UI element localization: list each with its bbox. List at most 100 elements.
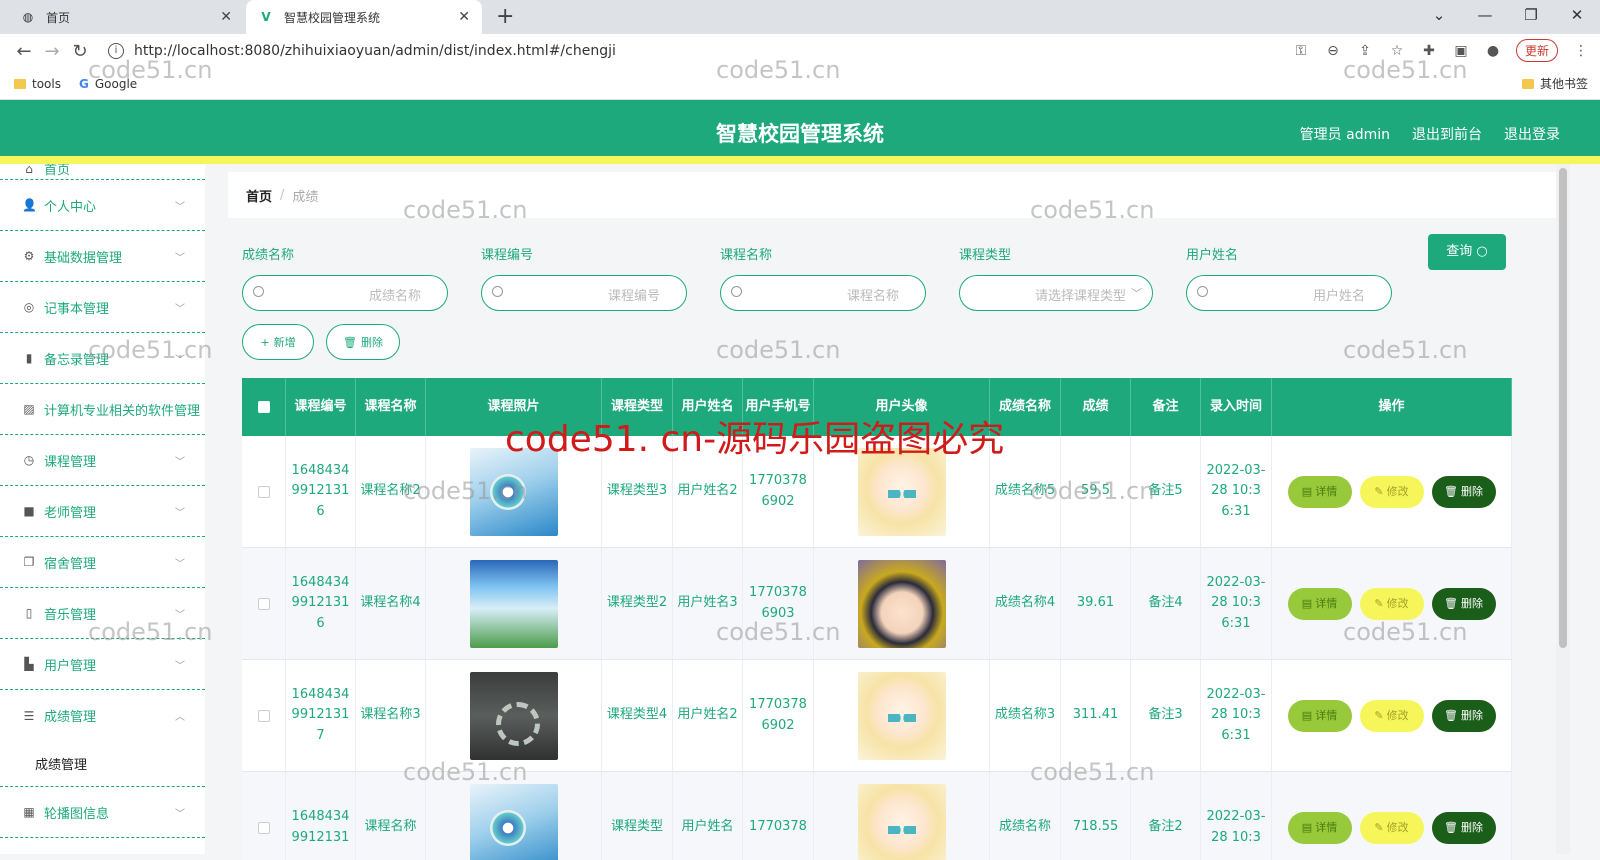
row-checkbox[interactable] [257,709,270,722]
zoom-icon[interactable]: ⊖ [1324,43,1342,59]
sidebar-item-profile[interactable]: 👤 个人中心 ﹀ [0,180,205,231]
image-icon: ▨ [23,402,35,416]
th-user-name[interactable]: 用户姓名 [673,378,743,436]
cell-score: 59.5 [1061,436,1131,547]
sidebar-item-software[interactable]: ▨ 计算机专业相关的软件管理 [0,384,205,435]
url-field[interactable]: i http://localhost:8080/zhihuixiaoyuan/a… [108,43,616,59]
star-icon[interactable]: ☆ [1388,43,1406,59]
sidebar-item-basedata[interactable]: ⚙ 基础数据管理 ﹀ [0,231,205,282]
add-button[interactable]: + 新增 [242,324,314,360]
detail-button[interactable]: ▤ 详情 [1287,811,1352,844]
course-name-input[interactable]: 课程名称 [720,275,926,311]
menu-icon[interactable]: ⋮ [1572,43,1590,59]
table-row[interactable]: 16484349912131 7 课程名称3 课程类型4 用户姓名2 177037869… [242,660,1512,772]
th-note[interactable]: 备注 [1131,378,1201,436]
cell-course-photo [426,436,602,547]
other-bookmarks[interactable]: 其他书签 [1521,75,1588,92]
update-button[interactable]: 更新 [1515,39,1558,62]
batch-delete-button[interactable]: 🗑 删除 [326,324,400,360]
tab-title: 智慧校园管理系统 [284,10,381,25]
delete-button[interactable]: 🗑 删除 [1431,699,1496,732]
course-photo-image[interactable] [469,559,558,648]
delete-button[interactable]: 🗑 删除 [1431,811,1496,844]
course-photo-image[interactable] [469,447,558,536]
edit-button[interactable]: ✎ 修改 [1359,475,1424,508]
course-photo-image[interactable] [469,671,558,760]
th-entry-time[interactable]: 录入时间 [1201,378,1272,436]
user-avatar-image[interactable] [857,783,946,860]
detail-button[interactable]: ▤ 详情 [1287,475,1352,508]
site-info-icon[interactable]: i [108,43,124,59]
th-course-type[interactable]: 课程类型 [602,378,673,436]
row-checkbox[interactable] [257,485,270,498]
sidebar-item-dorm[interactable]: ❐ 宿舍管理 ﹀ [0,537,205,588]
browser-tab-home[interactable]: ◍ 首页 ✕ [8,0,244,34]
select-all-checkbox[interactable] [257,401,270,413]
bookmark-google[interactable]: G Google [79,77,137,91]
user-name-input[interactable]: 用户姓名 [1186,275,1392,311]
browser-tab-active[interactable]: V 智慧校园管理系统 ✕ [246,0,482,34]
pencil-icon: ✎ [1374,820,1384,834]
sidebar-item-carousel[interactable]: ▦ 轮播图信息 ﹀ [0,787,205,838]
bookmark-label: tools [32,76,61,91]
row-checkbox[interactable] [257,821,270,834]
bookmark-tools[interactable]: tools [14,77,61,91]
user-avatar-image[interactable] [857,671,946,760]
sidebar-item-users[interactable]: ▙ 用户管理 ﹀ [0,639,205,690]
course-type-select[interactable]: 请选择课程类型 ﹀ [959,275,1153,311]
sidebar-item-teacher[interactable]: ■ 老师管理 ﹀ [0,486,205,537]
sidebar-item-notebook[interactable]: ◎ 记事本管理 ﹀ [0,282,205,333]
th-course-code[interactable]: 课程编号 [286,378,356,436]
key-icon[interactable]: ⚿ [1292,43,1310,59]
table-row[interactable]: 16484349912131 6 课程名称2 课程类型3 用户姓名2 177037869… [242,436,1512,548]
reload-icon[interactable]: ↻ [66,41,94,62]
forward-icon[interactable]: → [38,41,66,62]
logout-link[interactable]: 退出登录 [1504,124,1560,144]
back-to-front-link[interactable]: 退出到前台 [1412,124,1482,144]
th-course-name[interactable]: 课程名称 [356,378,426,436]
share-icon[interactable]: ⇪ [1356,43,1374,59]
breadcrumb-home[interactable]: 首页 [246,186,272,205]
th-score-name[interactable]: 成绩名称 [990,378,1061,436]
new-tab-button[interactable]: + [496,4,514,29]
edit-button[interactable]: ✎ 修改 [1359,811,1424,844]
sidebar-item-home[interactable]: ⌂ 首页 [0,164,205,180]
score-name-input[interactable]: 成绩名称 [242,275,448,311]
row-checkbox[interactable] [257,597,270,610]
delete-button[interactable]: 🗑 删除 [1431,475,1496,508]
page-scrollbar[interactable] [1556,164,1570,854]
detail-button[interactable]: ▤ 详情 [1287,699,1352,732]
back-icon[interactable]: ← [10,41,38,62]
user-avatar-image[interactable] [857,447,946,536]
query-button[interactable]: 查询 ○ [1428,234,1506,270]
close-window-icon[interactable]: ✕ [1554,0,1600,34]
extensions-icon[interactable]: ✚ [1420,43,1438,59]
edit-button[interactable]: ✎ 修改 [1359,699,1424,732]
close-tab-icon[interactable]: ✕ [458,9,470,25]
minimize-icon[interactable]: — [1462,0,1508,34]
table-row[interactable]: 16484349912131 6 课程名称4 课程类型2 用户姓名3 177037869… [242,548,1512,660]
tab-search-icon[interactable]: ⌄ [1416,0,1462,34]
course-photo-image[interactable] [469,783,558,860]
th-score[interactable]: 成绩 [1061,378,1131,436]
user-avatar-image[interactable] [857,559,946,648]
th-user-phone[interactable]: 用户手机号 [743,378,814,436]
document-icon: ▤ [1301,596,1313,610]
admin-user-link[interactable]: 管理员 admin [1300,124,1390,144]
sidebar: ⌂ 首页 👤 个人中心 ﹀ ⚙ 基础数据管理 ﹀ ◎ 记事本管理 ﹀ ▮ 备忘录管理 ﹀ ▨ 计算… [0,164,205,854]
table-row[interactable]: 16484349912131 课程名称 课程类型 用户姓名 1770378 成绩名称 718… [242,772,1512,860]
close-tab-icon[interactable]: ✕ [220,9,232,25]
restore-icon[interactable]: ❐ [1508,0,1554,34]
course-code-input[interactable]: 课程编号 [481,275,687,311]
sidebar-item-music[interactable]: ▯ 音乐管理 ﹀ [0,588,205,639]
sidebar-item-scores[interactable]: ☰ 成绩管理 ︿ [0,690,205,741]
sidepanel-icon[interactable]: ▣ [1452,43,1470,59]
profile-icon[interactable]: ● [1484,43,1502,59]
delete-button[interactable]: 🗑 删除 [1431,587,1496,620]
edit-button[interactable]: ✎ 修改 [1359,587,1424,620]
sidebar-item-course[interactable]: ◷ 课程管理 ﹀ [0,435,205,486]
scrollbar-thumb[interactable] [1559,168,1567,648]
sidebar-item-memo[interactable]: ▮ 备忘录管理 ﹀ [0,333,205,384]
sidebar-subitem-scores[interactable]: 成绩管理 [0,741,205,787]
detail-button[interactable]: ▤ 详情 [1287,587,1352,620]
